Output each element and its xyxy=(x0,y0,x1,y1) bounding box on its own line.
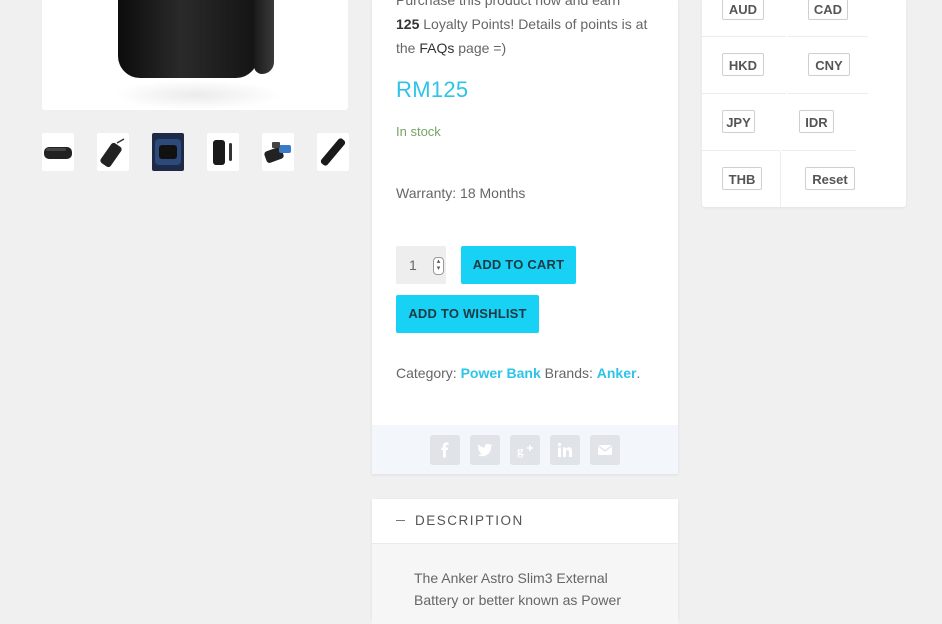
svg-text:g: g xyxy=(517,443,524,458)
quantity-value[interactable]: 1 xyxy=(409,257,417,273)
thumbnail-strip xyxy=(42,133,349,173)
loyalty-intro-text: Purchase this product now and earn xyxy=(396,0,621,8)
thumbnail-1[interactable] xyxy=(42,133,74,171)
description-text: The Anker Astro Slim3 External Battery o… xyxy=(414,570,621,608)
share-bar: g xyxy=(372,425,678,474)
quantity-stepper[interactable]: 1 ▴ ▾ xyxy=(396,246,446,284)
loyalty-end-text: page =) xyxy=(458,40,507,56)
currency-jpy-button[interactable]: JPY xyxy=(722,110,755,133)
currency-divider xyxy=(788,93,868,94)
description-panel: DESCRIPTION The Anker Astro Slim3 Extern… xyxy=(372,499,678,624)
thumbnail-5[interactable] xyxy=(262,133,294,171)
product-summary: Purchase this product now and earn 125 L… xyxy=(372,0,678,474)
linkedin-icon[interactable] xyxy=(550,435,580,465)
email-icon[interactable] xyxy=(590,435,620,465)
add-to-wishlist-button[interactable]: ADD TO WISHLIST xyxy=(396,295,539,333)
brands-label: Brands: xyxy=(544,365,593,381)
currency-divider xyxy=(702,93,786,94)
add-to-cart-button[interactable]: ADD TO CART xyxy=(461,246,576,284)
thumbnail-4[interactable] xyxy=(207,133,239,171)
currency-divider xyxy=(780,151,781,207)
description-tab[interactable]: DESCRIPTION xyxy=(372,499,678,544)
currency-divider xyxy=(702,150,780,151)
description-title: DESCRIPTION xyxy=(415,513,524,528)
product-meta: Category: Power Bank Brands: Anker. xyxy=(396,365,640,381)
warranty-info: Warranty: 18 Months xyxy=(396,185,526,201)
google-plus-icon[interactable]: g xyxy=(510,435,540,465)
currency-switcher: AUD CAD HKD CNY JPY IDR THB Reset xyxy=(702,0,906,207)
currency-aud-button[interactable]: AUD xyxy=(722,0,764,20)
currency-divider xyxy=(702,36,786,37)
quantity-spinner-icon[interactable]: ▴ ▾ xyxy=(433,257,444,275)
thumbnail-3[interactable] xyxy=(152,133,184,171)
currency-divider xyxy=(782,150,856,151)
category-link[interactable]: Power Bank xyxy=(461,365,541,381)
currency-thb-button[interactable]: THB xyxy=(722,167,762,190)
description-body: The Anker Astro Slim3 External Battery o… xyxy=(372,544,678,624)
currency-cny-button[interactable]: CNY xyxy=(808,53,850,76)
currency-divider xyxy=(788,36,868,37)
category-label: Category: xyxy=(396,365,457,381)
power-bank-image xyxy=(118,0,258,78)
stock-status: In stock xyxy=(396,124,441,139)
image-reflection xyxy=(112,80,282,110)
meta-period: . xyxy=(636,365,641,381)
power-bank-side-image xyxy=(254,0,274,74)
brand-link[interactable]: Anker xyxy=(597,365,637,381)
currency-reset-button[interactable]: Reset xyxy=(805,167,855,190)
product-main-image[interactable] xyxy=(42,0,348,110)
loyalty-points-value: 125 xyxy=(396,16,420,32)
loyalty-points-note: Purchase this product now and earn 125 L… xyxy=(396,0,666,60)
faqs-link[interactable]: FAQs xyxy=(419,40,454,56)
twitter-icon[interactable] xyxy=(470,435,500,465)
collapse-minus-icon[interactable] xyxy=(396,520,405,521)
currency-cad-button[interactable]: CAD xyxy=(808,0,848,20)
facebook-icon[interactable] xyxy=(430,435,460,465)
currency-idr-button[interactable]: IDR xyxy=(799,110,834,133)
thumbnail-2[interactable] xyxy=(97,133,129,171)
thumbnail-6[interactable] xyxy=(317,133,349,171)
product-price: RM125 xyxy=(396,77,469,102)
currency-hkd-button[interactable]: HKD xyxy=(722,53,764,76)
